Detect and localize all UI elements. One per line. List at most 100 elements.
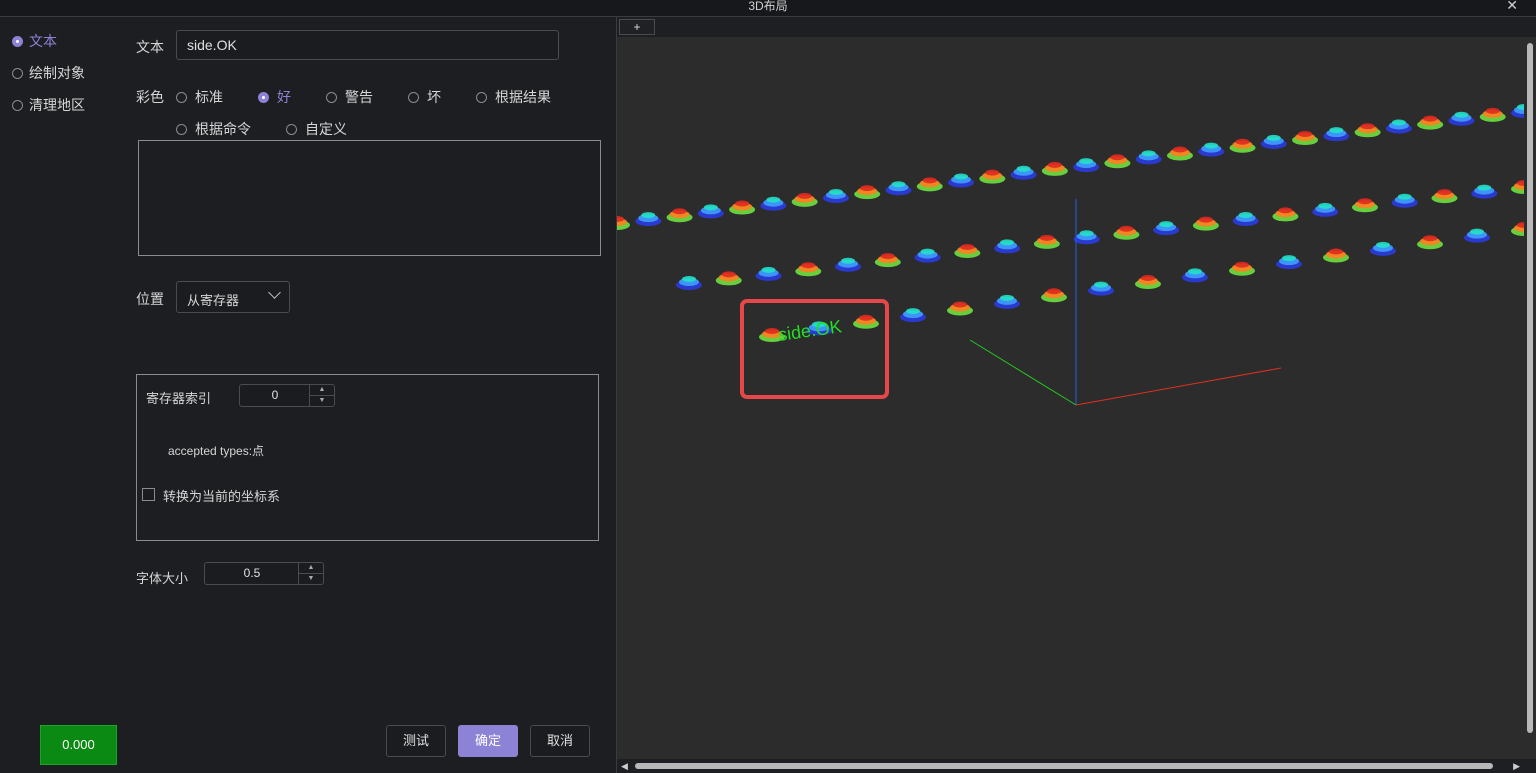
horizontal-scrollbar[interactable]: ◀ ▶	[617, 759, 1536, 773]
point-cluster	[1135, 150, 1162, 165]
point-cluster	[994, 239, 1021, 254]
point-cluster	[1260, 134, 1287, 149]
convert-coords-checkbox[interactable]	[142, 488, 155, 501]
x-axis-line	[1075, 367, 1282, 406]
point-cluster	[1113, 225, 1140, 240]
viewport-tab-bar: +	[617, 17, 1536, 37]
spin-down-icon[interactable]: ▼	[310, 396, 334, 406]
radio-icon	[408, 91, 419, 103]
spin-up-icon[interactable]: ▲	[310, 385, 334, 396]
register-index-label: 寄存器索引	[146, 391, 212, 406]
point-cluster	[1104, 154, 1131, 169]
scroll-right-icon[interactable]: ▶	[1513, 759, 1520, 773]
color-option-by-command[interactable]: 根据命令	[176, 119, 251, 139]
point-cluster	[1166, 146, 1193, 161]
scroll-left-icon[interactable]: ◀	[621, 759, 628, 773]
y-axis-line	[969, 339, 1077, 406]
point-cluster	[1471, 184, 1498, 199]
point-cluster	[1417, 115, 1444, 130]
vertical-scrollbar[interactable]	[1524, 37, 1536, 764]
point-cluster	[1464, 228, 1490, 243]
point-cluster	[979, 169, 1006, 184]
point-cluster	[1073, 158, 1100, 173]
3d-viewport[interactable]: + side.OK ◀ ▶	[617, 17, 1536, 773]
point-cluster	[1417, 235, 1443, 250]
point-cluster	[885, 181, 912, 196]
radio-icon	[286, 123, 297, 135]
point-cluster	[854, 185, 881, 200]
color-option-by-result[interactable]: 根据结果	[476, 87, 551, 107]
point-cluster	[1511, 180, 1524, 194]
point-cluster	[1135, 275, 1161, 289]
point-cluster	[900, 308, 926, 323]
spin-down-icon[interactable]: ▼	[299, 574, 323, 584]
point-cluster	[1192, 216, 1219, 231]
point-cluster	[954, 244, 981, 258]
color-option-standard[interactable]: 标准	[176, 87, 223, 107]
convert-coords-label: 转换为当前的坐标系	[163, 489, 281, 504]
point-cluster	[948, 173, 975, 188]
point-cluster	[994, 294, 1020, 309]
nav-item-draw-object[interactable]: 绘制对象	[12, 63, 85, 83]
close-icon[interactable]: ✕	[1506, 0, 1518, 14]
point-cluster	[916, 177, 943, 192]
custom-text-area[interactable]	[138, 140, 601, 256]
overlay-text: side.OK	[777, 316, 843, 345]
chevron-down-icon	[268, 286, 281, 299]
accepted-types-text: accepted types:点	[168, 444, 265, 458]
color-option-custom[interactable]: 自定义	[286, 119, 347, 139]
point-cluster	[1354, 123, 1381, 138]
point-cluster	[755, 266, 782, 281]
point-cluster	[666, 208, 693, 223]
font-size-label: 字体大小	[136, 571, 189, 586]
spin-up-icon[interactable]: ▲	[299, 563, 323, 574]
point-cluster	[1041, 161, 1068, 176]
point-cloud-scene: side.OK	[617, 104, 1524, 406]
point-cluster	[729, 200, 756, 215]
radio-icon	[258, 91, 269, 103]
radio-icon	[12, 35, 23, 47]
nav-item-clear-region[interactable]: 清理地区	[12, 95, 85, 115]
nav-item-label: 清理地区	[29, 97, 85, 113]
point-cluster	[822, 188, 849, 203]
ok-button[interactable]: 确定	[458, 725, 518, 757]
point-cluster	[1041, 288, 1067, 303]
point-cluster	[1033, 234, 1060, 249]
point-cluster	[1276, 255, 1302, 270]
point-cluster	[617, 216, 630, 230]
color-label: 彩色	[136, 89, 164, 105]
nav-item-text[interactable]: 文本	[12, 31, 57, 51]
option-label: 警告	[345, 89, 373, 105]
position-select[interactable]: 从寄存器	[176, 281, 290, 313]
radio-icon	[326, 91, 337, 103]
point-cluster	[715, 271, 742, 286]
point-cluster	[635, 212, 662, 227]
point-cluster	[1232, 212, 1259, 226]
color-option-good[interactable]: 好	[258, 87, 291, 107]
spin-arrows: ▲ ▼	[309, 385, 334, 406]
point-cluster	[791, 192, 818, 207]
point-cluster	[1323, 248, 1349, 263]
point-cluster	[1312, 202, 1339, 217]
radio-icon	[12, 67, 23, 79]
color-option-bad[interactable]: 坏	[408, 87, 441, 107]
radio-icon	[176, 91, 187, 103]
register-index-spinbox[interactable]: 0 ▲ ▼	[239, 384, 335, 407]
point-cluster	[1431, 189, 1458, 204]
scroll-thumb[interactable]	[635, 763, 1493, 769]
text-input[interactable]: side.OK	[176, 30, 559, 60]
cancel-button[interactable]: 取消	[530, 725, 590, 757]
color-option-warning[interactable]: 警告	[326, 87, 373, 107]
add-tab-button[interactable]: +	[619, 19, 655, 35]
font-size-spinbox[interactable]: 0.5 ▲ ▼	[204, 562, 324, 585]
point-cluster	[676, 276, 702, 290]
scroll-thumb[interactable]	[1527, 43, 1533, 733]
point-cluster	[795, 262, 822, 277]
test-button[interactable]: 测试	[386, 725, 446, 757]
nav-item-label: 文本	[29, 33, 57, 49]
point-cluster	[1448, 111, 1475, 126]
point-cluster	[1292, 131, 1319, 146]
font-size-value: 0.5	[243, 566, 261, 580]
point-cluster	[1511, 222, 1524, 236]
option-label: 根据命令	[195, 121, 251, 137]
